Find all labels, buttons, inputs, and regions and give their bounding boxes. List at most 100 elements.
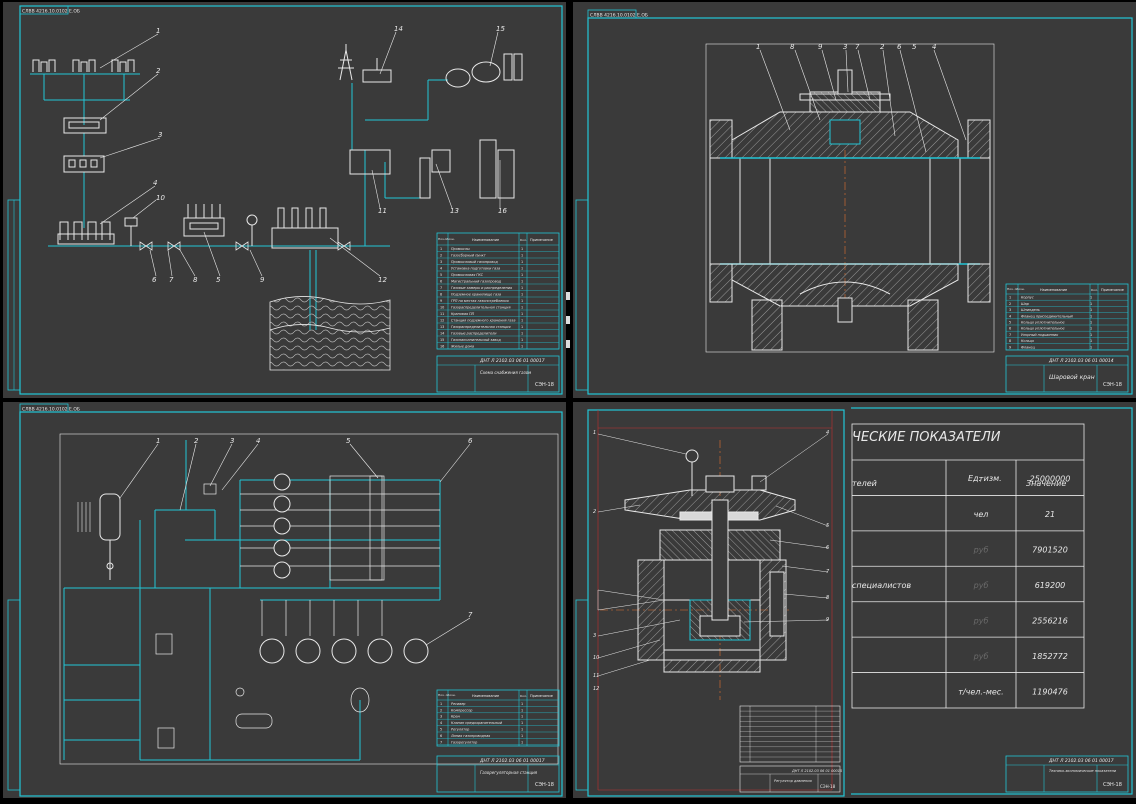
spec-row-qty: 1 [521, 312, 523, 316]
indicator-unit: чел [974, 510, 989, 519]
spec-row-qty: 1 [521, 338, 523, 342]
svg-text:СЭН-18: СЭН-18 [535, 782, 554, 788]
callout-2: 2 [194, 437, 199, 445]
drawing-canvas[interactable]: СЛВВ 4216.10.0102 Е.ОБ 1 2 3 4 5 6 7 8 9… [0, 0, 1136, 800]
svg-text:Примечание: Примечание [530, 238, 553, 242]
spec-row-name: Компрессор [451, 708, 472, 712]
svg-text:Примечание: Примечание [1101, 288, 1124, 292]
spec-row-name: Промысловая ГКС [451, 273, 484, 277]
spec-row-num: 2 [1009, 302, 1011, 306]
sheet-code: СЛВВ 4216.10.0102 Е.ОБ [22, 9, 80, 15]
indicator-unit: руб [973, 652, 989, 661]
sheet-gas-regulator-station[interactable]: СЛВВ 4216.10.0102 Е.ОБ 1 2 3 4 5 6 7 1 Р… [3, 402, 566, 798]
spec-row-qty: 1 [1090, 296, 1092, 300]
spec-row-num: 16 [440, 345, 444, 349]
spec-row-qty: 1 [1090, 345, 1092, 349]
callout-16: 16 [498, 207, 507, 215]
spec-row-qty: 1 [521, 254, 523, 258]
spec-row-name: Шпиндель [1021, 308, 1040, 312]
spec-row-qty: 1 [521, 715, 523, 719]
spec-row-name: Упорный подшипник [1021, 333, 1059, 337]
spec-row-qty: 1 [521, 280, 523, 284]
spec-row-name: Подземное хранилище газа [451, 293, 501, 297]
spec-row-name: Промысловый газопровод [451, 260, 498, 264]
svg-text:Наименование: Наименование [1040, 288, 1067, 292]
callout-5: 5 [346, 437, 351, 445]
indicator-name: специалистов [852, 581, 911, 590]
svg-text:4: 4 [826, 430, 829, 436]
sheet-ball-valve[interactable]: СЛВВ 4216.10.0102 Е.ОБ 1 8 9 3 7 2 6 5 4… [573, 2, 1136, 398]
spec-row-num: 4 [440, 267, 442, 271]
svg-text:11: 11 [593, 673, 599, 679]
spec-row-qty: 1 [521, 740, 523, 744]
svg-text:5: 5 [826, 523, 829, 529]
spec-row-qty: 1 [521, 267, 523, 271]
callout-1: 1 [156, 27, 160, 35]
svg-text:Схема снабжения газом: Схема снабжения газом [480, 370, 531, 375]
svg-text:2: 2 [593, 509, 596, 515]
spec-row-num: 8 [1009, 339, 1011, 343]
spec-row-qty: 1 [521, 332, 523, 336]
spec-row-num: 9 [1009, 345, 1011, 349]
svg-text:СЭН-18: СЭН-18 [1103, 382, 1122, 388]
spec-row-qty: 1 [521, 247, 523, 251]
svg-text:3: 3 [593, 633, 596, 639]
svg-text:ДНТ Л 2102.03 06 01 00017: ДНТ Л 2102.03 06 01 00017 [479, 758, 545, 764]
spec-row-name: Станция подземного хранения газа [451, 319, 515, 323]
spec-row-num: 3 [440, 715, 442, 719]
indicators-title: ЧЕСКИЕ ПОКАЗАТЕЛИ [852, 430, 1001, 445]
callout-3: 3 [230, 437, 234, 445]
callout-3: 3 [843, 43, 847, 51]
callout-9: 9 [260, 276, 265, 284]
callout-3: 3 [158, 131, 162, 139]
spec-row-qty: 1 [521, 286, 523, 290]
callout-4: 4 [256, 437, 260, 445]
sheet-gas-supply-scheme[interactable]: СЛВВ 4216.10.0102 Е.ОБ 1 2 3 4 5 6 7 8 9… [3, 2, 566, 398]
spec-row-num: 13 [440, 325, 444, 329]
spec-row-name: Жилые дома [450, 345, 474, 349]
spec-row-qty: 1 [521, 325, 523, 329]
spec-row-name: Крановая ПП [451, 312, 475, 316]
spec-row-name: Линия газопроводная [450, 734, 490, 738]
svg-text:8: 8 [826, 595, 829, 601]
svg-text:Поз.обозн.: Поз.обозн. [438, 237, 455, 241]
svg-text:Регулятор давления: Регулятор давления [774, 779, 812, 783]
svg-text:Наименование: Наименование [472, 238, 499, 242]
spec-row-num: 1 [440, 702, 442, 706]
callout-11: 11 [378, 207, 387, 215]
indicator-value: 1852772 [1032, 652, 1068, 661]
indicator-unit: т [979, 475, 984, 484]
indicator-value: 21 [1045, 510, 1055, 519]
svg-text:Примечание: Примечание [530, 694, 553, 698]
spec-row-num: 15 [440, 338, 444, 342]
svg-text:Шаровой кран: Шаровой кран [1049, 374, 1095, 381]
callout-5: 5 [912, 43, 917, 51]
spec-row-qty: 1 [1090, 321, 1092, 325]
spec-row-num: 4 [440, 721, 442, 725]
cad-model-space[interactable]: СЛВВ 4216.10.0102 Е.ОБ 1 2 3 4 5 6 7 8 9… [0, 0, 1136, 800]
spec-row-qty: 1 [1090, 314, 1092, 318]
spec-row-num: 3 [1009, 308, 1011, 312]
spec-row-qty: 1 [1090, 333, 1092, 337]
spec-row-num: 7 [440, 286, 442, 290]
callout-13: 13 [450, 207, 459, 215]
svg-text:Газорегуляторная станция: Газорегуляторная станция [480, 770, 538, 775]
callout-6: 6 [897, 43, 902, 51]
svg-text:ДНТ Л 2102.03 06 01 00015: ДНТ Л 2102.03 06 01 00015 [791, 769, 843, 773]
callout-9: 9 [818, 43, 823, 51]
spec-row-qty: 1 [1090, 339, 1092, 343]
spec-row-name: Газовые распределители [451, 332, 497, 336]
callout-7: 7 [468, 611, 473, 619]
svg-text:12: 12 [593, 686, 599, 692]
svg-text:Кол.: Кол. [1091, 288, 1098, 292]
sheet-pressure-regulator[interactable]: 1 2 3 10 11 12 4 5 6 7 8 9 ДНТ Л 2102.03… [571, 404, 851, 798]
spec-row-num: 7 [1009, 333, 1011, 337]
spec-row-name: Корпус [1021, 296, 1034, 300]
spec-row-qty: 1 [521, 319, 523, 323]
spec-row-qty: 1 [521, 728, 523, 732]
spec-row-qty: 1 [521, 708, 523, 712]
indicator-unit: т/чел.-мес. [958, 687, 1003, 696]
spec-row-name: Газораспределительная станция [451, 325, 511, 329]
callout-1: 1 [756, 43, 760, 51]
spec-row-qty: 1 [521, 345, 523, 349]
